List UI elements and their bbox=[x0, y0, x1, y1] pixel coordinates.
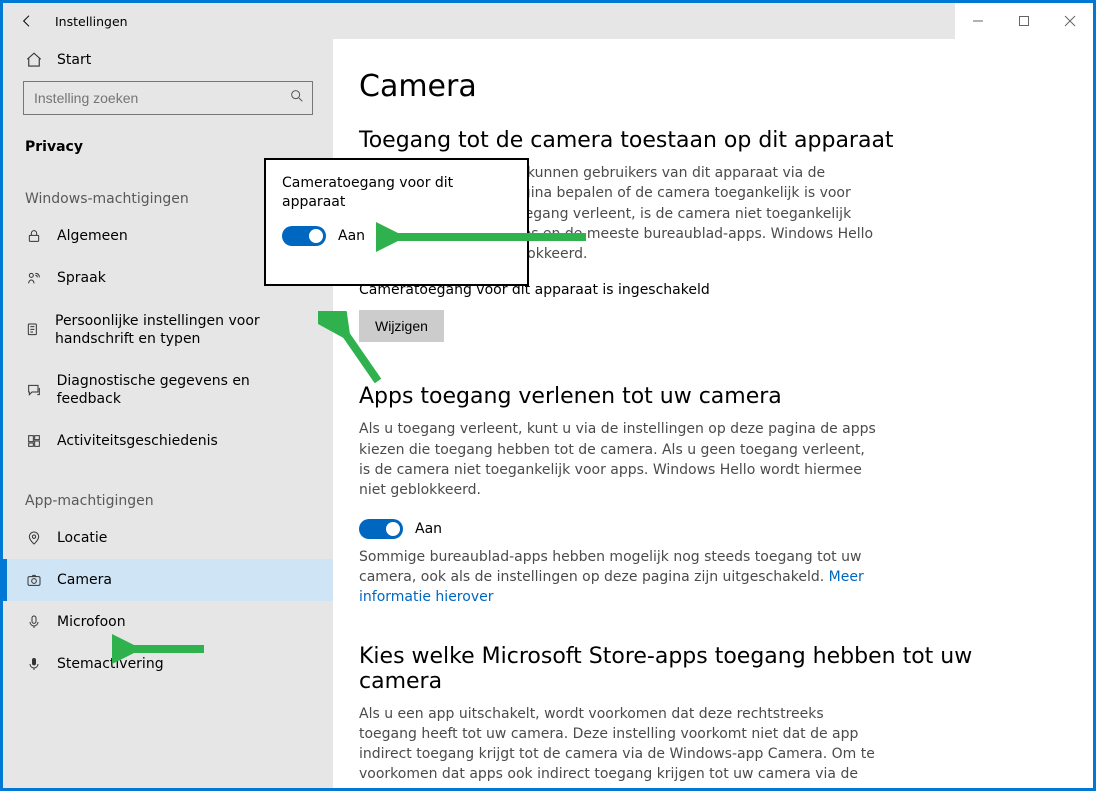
section2-body: Als u toegang verleent, kunt u via de in… bbox=[359, 419, 879, 500]
search-input[interactable] bbox=[23, 81, 313, 115]
sidebar-item-diagnose[interactable]: Diagnostische gegevens en feedback bbox=[3, 360, 333, 420]
minimize-button[interactable] bbox=[955, 3, 1001, 39]
titlebar: Instellingen bbox=[3, 3, 1093, 39]
toggle-track[interactable] bbox=[282, 226, 326, 246]
window-title: Instellingen bbox=[51, 14, 128, 29]
device-camera-toggle[interactable]: Aan bbox=[282, 226, 511, 246]
sidebar-item-label: Persoonlijke instellingen voor handschri… bbox=[55, 312, 313, 348]
location-icon bbox=[25, 530, 43, 546]
sidebar-item-label: Diagnostische gegevens en feedback bbox=[57, 372, 313, 408]
sidebar-item-label: Camera bbox=[57, 571, 112, 589]
microphone-icon bbox=[25, 614, 43, 630]
camera-icon bbox=[25, 572, 43, 588]
close-button[interactable] bbox=[1047, 3, 1093, 39]
sidebar-item-label: Algemeen bbox=[57, 227, 128, 245]
sidebar-item-activiteit[interactable]: Activiteitsgeschiedenis bbox=[3, 420, 333, 462]
sidebar-item-label: Spraak bbox=[57, 269, 106, 287]
sidebar-item-handschrift[interactable]: Persoonlijke instellingen voor handschri… bbox=[3, 300, 333, 360]
device-camera-popup: Cameratoegang voor dit apparaat Aan bbox=[264, 158, 529, 286]
sidebar-item-microfoon[interactable]: Microfoon bbox=[3, 601, 333, 643]
sidebar-item-locatie[interactable]: Locatie bbox=[3, 517, 333, 559]
popup-label: Cameratoegang voor dit apparaat bbox=[282, 174, 511, 212]
sidebar-item-label: Locatie bbox=[57, 529, 107, 547]
sidebar: Start Privacy Windows-machtigingen Algem… bbox=[3, 39, 333, 788]
toggle-state: Aan bbox=[415, 521, 442, 537]
sidebar-home[interactable]: Start bbox=[3, 39, 333, 81]
sidebar-home-label: Start bbox=[57, 51, 91, 69]
search-icon bbox=[289, 88, 305, 108]
toggle-state: Aan bbox=[338, 228, 365, 244]
apps-access-toggle[interactable]: Aan bbox=[359, 519, 1053, 539]
sidebar-group-apps: App-machtigingen bbox=[3, 463, 333, 517]
speech-icon bbox=[25, 270, 43, 286]
home-icon bbox=[25, 51, 43, 69]
sidebar-section: Privacy bbox=[3, 133, 333, 161]
section2-title: Apps toegang verlenen tot uw camera bbox=[359, 384, 1053, 409]
section3-title: Kies welke Microsoft Store-apps toegang … bbox=[359, 644, 1053, 694]
lock-icon bbox=[25, 228, 43, 244]
window-controls bbox=[955, 3, 1093, 39]
search-field[interactable] bbox=[23, 81, 313, 115]
toggle-track[interactable] bbox=[359, 519, 403, 539]
history-icon bbox=[25, 433, 43, 449]
sidebar-item-camera[interactable]: Camera bbox=[3, 559, 333, 601]
pen-icon bbox=[25, 322, 41, 338]
maximize-button[interactable] bbox=[1001, 3, 1047, 39]
content-area: Camera Toegang tot de camera toestaan op… bbox=[333, 39, 1093, 788]
sidebar-item-stemactivering[interactable]: Stemactivering bbox=[3, 643, 333, 685]
page-title: Camera bbox=[359, 69, 1053, 104]
sidebar-item-label: Stemactivering bbox=[57, 655, 164, 673]
section1-title: Toegang tot de camera toestaan op dit ap… bbox=[359, 128, 1053, 153]
section2-footer: Sommige bureaublad-apps hebben mogelijk … bbox=[359, 547, 879, 608]
sidebar-item-label: Activiteitsgeschiedenis bbox=[57, 432, 218, 450]
voice-icon bbox=[25, 656, 43, 672]
change-button[interactable]: Wijzigen bbox=[359, 310, 444, 342]
section3-body: Als u een app uitschakelt, wordt voorkom… bbox=[359, 704, 879, 788]
feedback-icon bbox=[25, 382, 43, 398]
sidebar-item-label: Microfoon bbox=[57, 613, 126, 631]
back-button[interactable] bbox=[3, 3, 51, 39]
